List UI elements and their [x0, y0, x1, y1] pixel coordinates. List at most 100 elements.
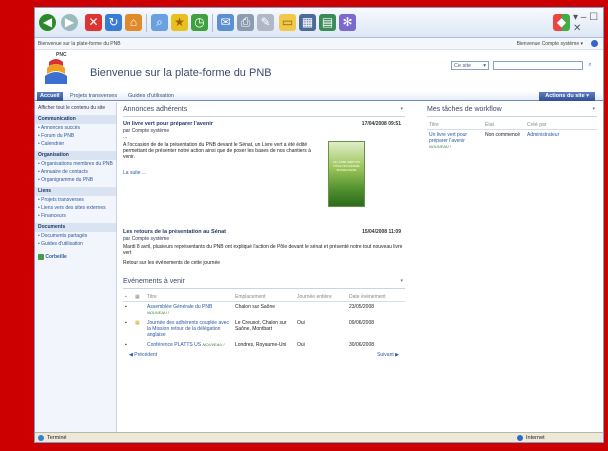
- events-header-row: ▪ ▦ Titre Emplacement Journée entière Da…: [123, 293, 405, 302]
- tab-projets-transverses[interactable]: Projets transverses: [67, 92, 120, 101]
- sidebar-item-forum[interactable]: • Forum du PNB: [35, 132, 116, 140]
- event-title-link[interactable]: Journée des adhérents couplée avec la Mi…: [147, 320, 229, 338]
- sidebar-heading-communication[interactable]: Communication: [35, 115, 116, 124]
- mail-icon[interactable]: ✉: [217, 14, 234, 31]
- announcements-title: Annonces adhérents ▾: [123, 105, 405, 117]
- page-status-icon: [38, 435, 44, 441]
- event-type-icon: [133, 340, 145, 350]
- forward-icon[interactable]: ▶: [61, 14, 78, 31]
- sidebar-item-projets-transverses[interactable]: • Projets transverses: [35, 196, 116, 204]
- announcement-body: A l'occasion de de la présentation du PN…: [123, 142, 311, 160]
- research-icon[interactable]: ▤: [319, 14, 336, 31]
- attachment-icon: ▪: [125, 342, 127, 348]
- print-icon[interactable]: ⎙: [237, 14, 254, 31]
- next-link[interactable]: Suivant ▶: [377, 352, 399, 358]
- task-creator[interactable]: Administrateur: [525, 130, 597, 153]
- breadcrumb[interactable]: Bienvenue sur la plate-forme du PNB: [38, 41, 121, 47]
- sidebar-item-financeurs[interactable]: • Financeurs: [35, 212, 116, 220]
- window-controls[interactable]: ▾ – ☐ ✕: [573, 12, 603, 34]
- logo-icon: [45, 59, 67, 84]
- type-column-icon: ▦: [133, 293, 145, 302]
- event-type-icon: [133, 302, 145, 319]
- event-title-link[interactable]: Conférence PLATTS US: [147, 342, 201, 348]
- site-top-bar: Bienvenue sur la plate-forme du PNB Bien…: [35, 38, 603, 50]
- task-title-link[interactable]: Un livre vert pour préparer l'avenir: [429, 132, 467, 144]
- toolbar-separator: [212, 14, 213, 32]
- windows-logo-icon: ◆: [553, 14, 570, 31]
- sidebar-item-guides[interactable]: • Guides d'utilisation: [35, 240, 116, 248]
- messenger-icon[interactable]: ▦: [299, 14, 316, 31]
- chevron-down-icon[interactable]: ▾: [400, 105, 403, 114]
- tab-guides-utilisation[interactable]: Guides d'utilisation: [125, 92, 177, 101]
- workflow-webpart: Mes tâches de workflow ▾ Titre État Créé…: [427, 105, 597, 205]
- announcement-title-text: Un livre vert pour préparer l'avenir: [123, 121, 213, 127]
- folder-icon[interactable]: ▭: [279, 14, 296, 31]
- column-header-title[interactable]: Titre: [427, 121, 483, 130]
- stop-icon[interactable]: ✕: [85, 14, 102, 31]
- search-icon[interactable]: ⌕: [151, 14, 168, 31]
- site-logo[interactable]: PNC: [43, 52, 69, 86]
- column-header-date[interactable]: Date événement: [347, 293, 405, 302]
- attachment-column-icon: ▪: [123, 293, 133, 302]
- column-header-title[interactable]: Titre: [145, 293, 233, 302]
- event-title[interactable]: Conférence PLATTS US NOUVEAU !: [145, 340, 233, 350]
- announcement-title[interactable]: Un livre vert pour préparer l'avenir 17/…: [123, 121, 405, 128]
- quick-launch-sidebar: Afficher tout le contenu du site Communi…: [35, 102, 117, 432]
- site-actions-menu[interactable]: Actions du site ▾: [539, 92, 595, 101]
- back-icon[interactable]: ◀: [39, 14, 56, 31]
- sidebar-heading-organisation[interactable]: Organisation: [35, 151, 116, 160]
- column-header-creator[interactable]: Créé par: [525, 121, 597, 130]
- search-go-icon[interactable]: ⌕: [585, 61, 595, 70]
- user-menu[interactable]: Bienvenue Compte système ▾: [517, 41, 583, 47]
- search-input[interactable]: [493, 61, 583, 70]
- livre-vert-cover-image: LE LIVRE VERT DU PÔLE NUCLÉAIRE BOURGOGN…: [328, 141, 365, 207]
- history-icon[interactable]: ◷: [191, 14, 208, 31]
- event-location: Londres, Royaume-Uni: [235, 342, 287, 348]
- announcement-item: Un livre vert pour préparer l'avenir 17/…: [123, 121, 405, 229]
- recycle-bin-link[interactable]: Corbeille: [35, 252, 116, 262]
- announcement-more-link[interactable]: Retour sur les événements de cette journ…: [123, 260, 405, 266]
- task-state: Non commencé: [485, 132, 521, 138]
- announcements-heading: Annonces adhérents: [123, 106, 188, 113]
- column-header-location[interactable]: Emplacement: [233, 293, 295, 302]
- search-scope-select[interactable]: Ce site ▾: [451, 61, 489, 70]
- sidebar-item-calendrier[interactable]: • Calendrier: [35, 140, 116, 148]
- tab-accueil[interactable]: Accueil: [37, 92, 63, 101]
- new-badge: NOUVEAU !: [429, 144, 452, 149]
- browser-window: ◀ ▶ ✕ ↻ ⌂ ⌕ ★ ◷ ✉ ⎙ ✎ ▭ ▦ ▤ ✻ ◆ ▾ – ☐ ✕ …: [34, 7, 604, 443]
- announcement-item: Les retours de la présentation au Sénat …: [123, 229, 405, 269]
- event-location: Chalon sur Saône: [235, 304, 276, 310]
- event-title[interactable]: Journée des adhérents couplée avec la Mi…: [145, 318, 233, 340]
- edit-icon[interactable]: ✎: [257, 14, 274, 31]
- refresh-icon[interactable]: ↻: [105, 14, 122, 31]
- announcement-ellipsis: ...: [123, 134, 128, 140]
- sidebar-item-organisations-membres[interactable]: • Organisations membres du PNB: [35, 160, 116, 168]
- sidebar-item-liens-externes[interactable]: • Liens vers des sites externes: [35, 204, 116, 212]
- chevron-down-icon[interactable]: ▾: [592, 105, 595, 114]
- column-header-allday[interactable]: Journée entière: [295, 293, 347, 302]
- event-title[interactable]: Assemblée Générale du PNB NOUVEAU !: [145, 302, 233, 319]
- sidebar-item-organigramme[interactable]: • Organigramme du PNB: [35, 176, 116, 184]
- sidebar-item-annonces[interactable]: • Annonces succès: [35, 124, 116, 132]
- table-row: ▪ ▦ Journée des adhérents couplée avec l…: [123, 318, 405, 340]
- attachment-icon: ▪: [125, 320, 127, 326]
- chevron-down-icon: ▾: [483, 63, 486, 69]
- sidebar-item-annuaire[interactable]: • Annuaire de contacts: [35, 168, 116, 176]
- sidebar-heading-liens[interactable]: Liens: [35, 187, 116, 196]
- announcement-title[interactable]: Les retours de la présentation au Sénat …: [123, 229, 405, 236]
- chevron-down-icon[interactable]: ▾: [400, 277, 403, 286]
- previous-link[interactable]: ◀ Précédent: [129, 352, 157, 358]
- table-row: Un livre vert pour préparer l'avenir NOU…: [427, 130, 597, 153]
- help-icon[interactable]: [591, 40, 598, 47]
- column-header-state[interactable]: État: [483, 121, 525, 130]
- sidebar-item-documents-partages[interactable]: • Documents partagés: [35, 232, 116, 240]
- view-all-content-link[interactable]: Afficher tout le contenu du site: [35, 104, 116, 112]
- sidebar-heading-documents[interactable]: Documents: [35, 223, 116, 232]
- tools-icon[interactable]: ✻: [339, 14, 356, 31]
- announcement-date: 17/04/2008 09:51: [361, 121, 401, 127]
- home-icon[interactable]: ⌂: [125, 14, 142, 31]
- favorites-icon[interactable]: ★: [171, 14, 188, 31]
- task-title[interactable]: Un livre vert pour préparer l'avenir NOU…: [427, 130, 483, 153]
- event-allday: [295, 302, 347, 319]
- event-type-icon: ▦: [135, 320, 140, 326]
